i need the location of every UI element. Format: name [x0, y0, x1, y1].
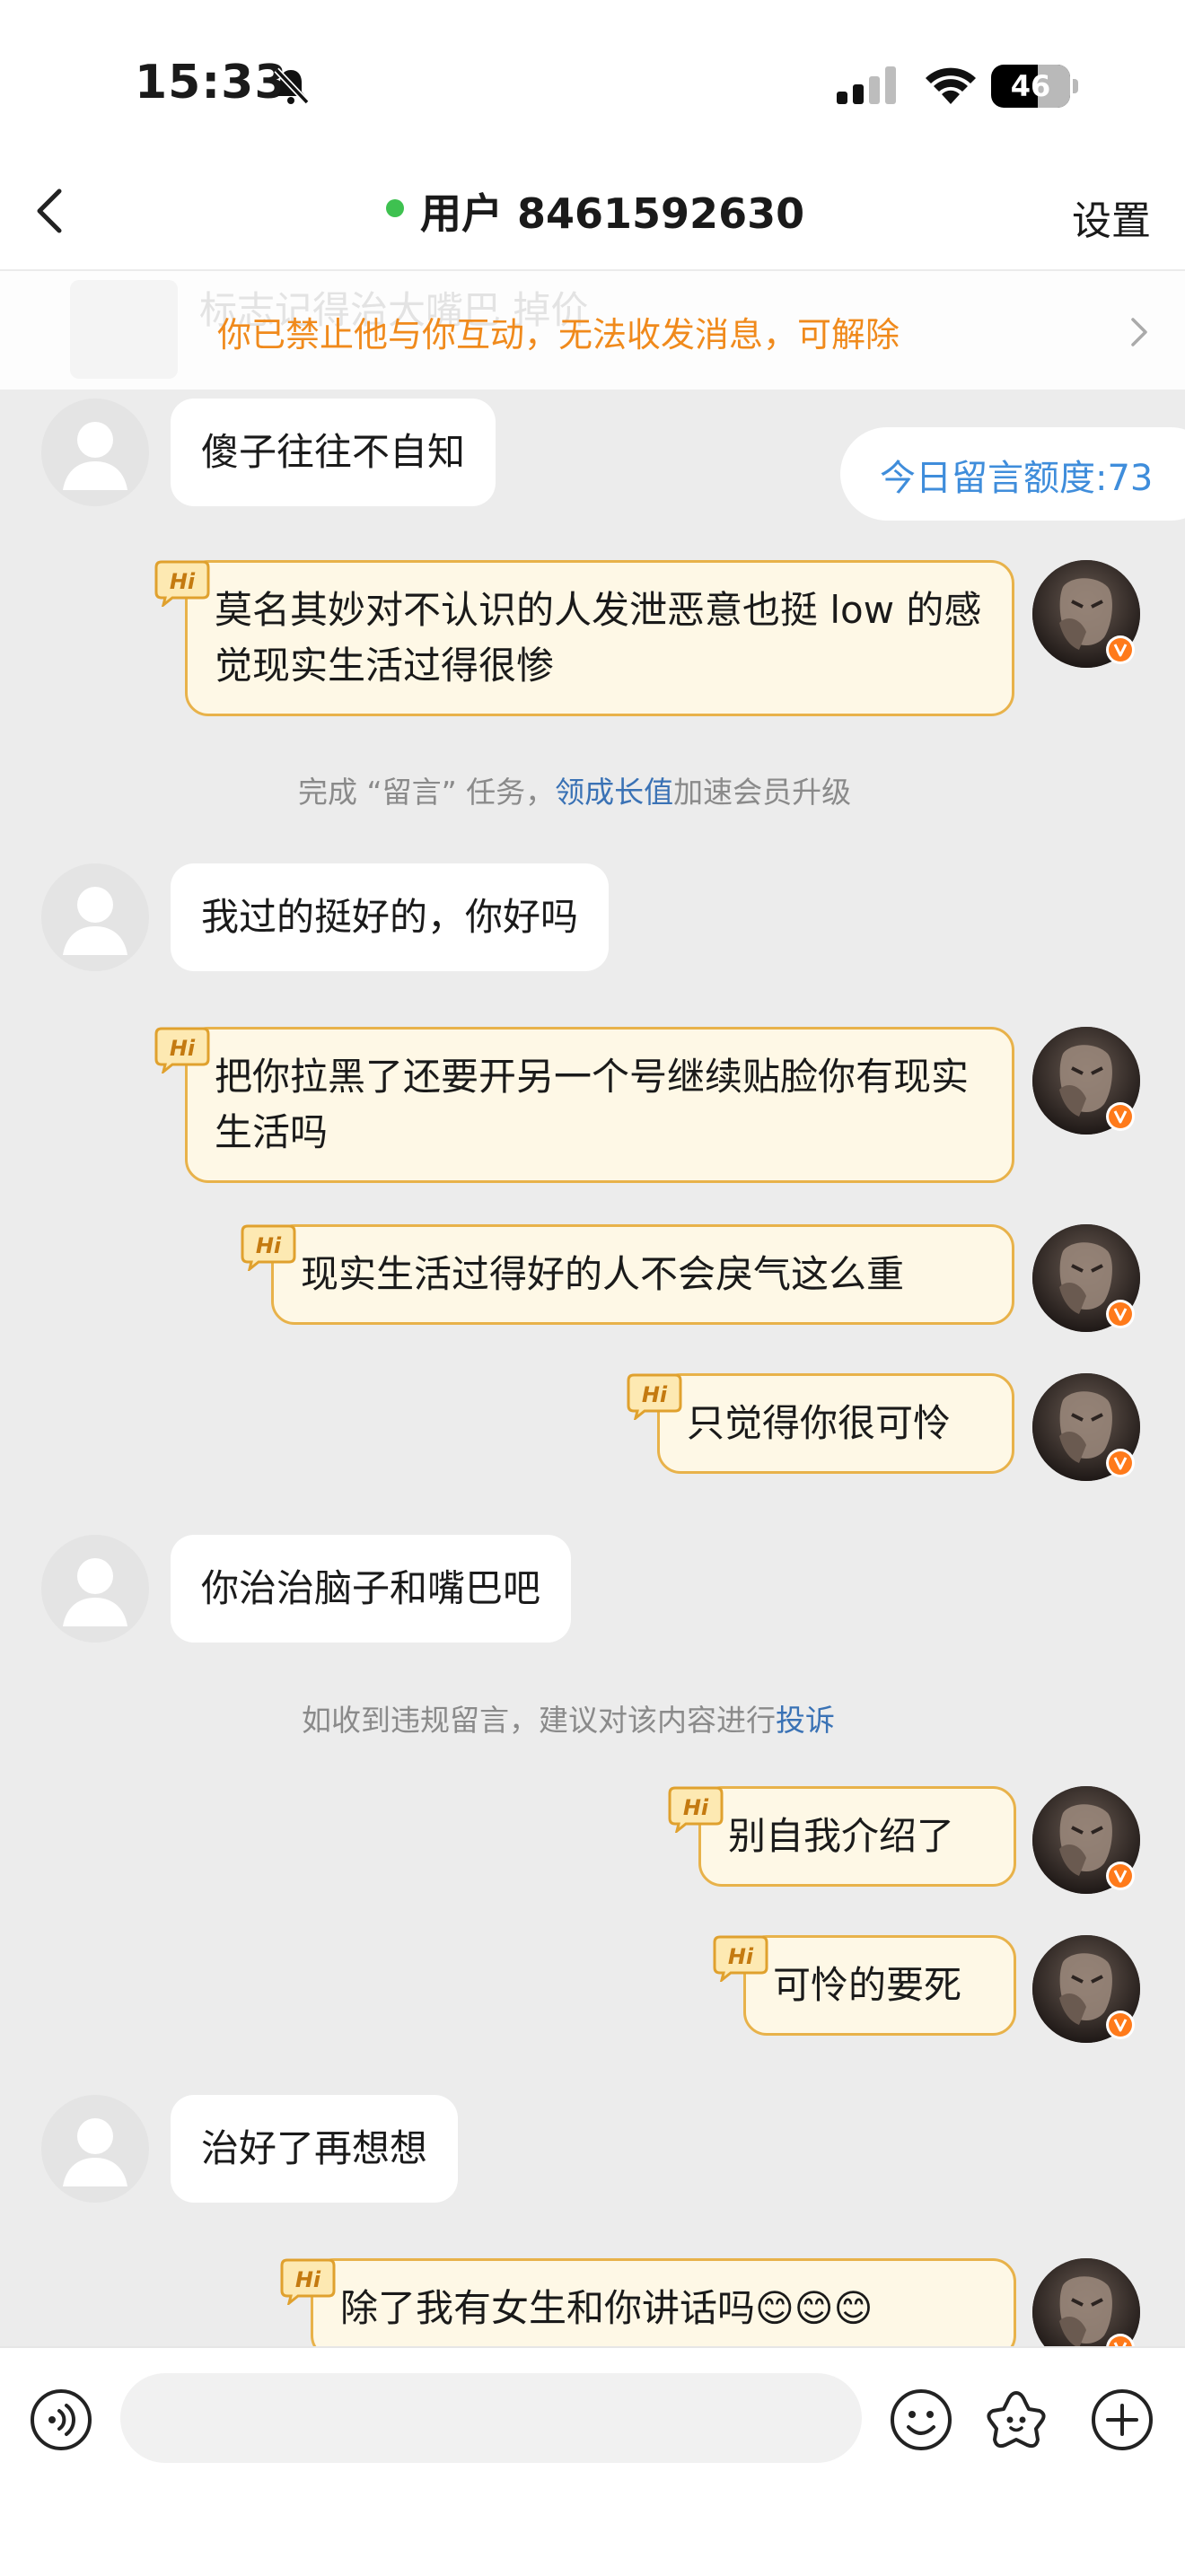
chevron-right-icon: [1131, 318, 1147, 346]
system-tip: 如收到违规留言，建议对该内容进行投诉: [302, 1696, 835, 1739]
plus-icon[interactable]: [1090, 2388, 1154, 2452]
avatar[interactable]: [41, 1535, 149, 1643]
hi-badge-icon: [280, 2258, 336, 2305]
avatar[interactable]: [1032, 560, 1140, 668]
hi-badge-icon: [668, 1786, 724, 1833]
message-bubble-outgoing[interactable]: 除了我有女生和你讲话吗😊😊😊: [311, 2258, 1016, 2359]
emoji-icon[interactable]: [889, 2388, 953, 2452]
message-bubble-incoming[interactable]: 傻子往往不自知: [171, 399, 496, 506]
battery-icon: 46: [991, 65, 1079, 108]
message-input-bar: [0, 2346, 1185, 2576]
wifi-icon: [926, 67, 976, 104]
message-bubble-outgoing[interactable]: 把你拉黑了还要开另一个号继续贴脸你有现实生活吗: [185, 1027, 1014, 1183]
online-status-dot: [386, 199, 404, 217]
settings-button[interactable]: 设置: [1072, 188, 1151, 246]
avatar[interactable]: [41, 863, 149, 971]
message-bubble-incoming[interactable]: 你治治脑子和嘴巴吧: [171, 1535, 572, 1643]
avatar[interactable]: [41, 2095, 149, 2203]
page-title: 用户 8461592630: [420, 189, 805, 238]
quota-text: 今日留言额度:73: [880, 458, 1154, 499]
earn-growth-link[interactable]: 领成长值: [555, 775, 673, 810]
hi-badge-icon: [154, 560, 210, 607]
avatar[interactable]: [1032, 1935, 1140, 2043]
hi-badge-icon: [154, 1027, 210, 1073]
voice-icon[interactable]: [29, 2388, 93, 2452]
message-input[interactable]: [120, 2373, 862, 2463]
message-bubble-outgoing[interactable]: 别自我介绍了: [698, 1786, 1016, 1887]
chat-title: 用户 8461592630: [377, 178, 808, 241]
avatar[interactable]: [41, 399, 149, 506]
daily-message-quota: 今日留言额度:73: [840, 427, 1185, 521]
block-notice-banner[interactable]: 标志记得治大嘴巴 掉价 你已禁止他与你互动，无法收发消息，可解除: [0, 269, 1185, 390]
message-bubble-incoming[interactable]: 治好了再想想: [171, 2095, 459, 2203]
banner-ghost-thumbnail: [70, 280, 178, 379]
hi-badge-icon: [713, 1935, 768, 1982]
hi-badge-icon: [241, 1224, 296, 1271]
system-tip-text: 完成 “留言” 任务，: [298, 775, 556, 810]
system-tip: 完成 “留言” 任务，领成长值加速会员升级: [298, 768, 851, 811]
avatar[interactable]: [1032, 1373, 1140, 1481]
system-tip-text: 如收到违规留言，建议对该内容进行: [302, 1703, 776, 1738]
report-link[interactable]: 投诉: [776, 1703, 835, 1738]
chevron-left-icon[interactable]: [25, 184, 79, 238]
bell-slash-icon: [274, 67, 310, 105]
system-tip-text: 加速会员升级: [673, 775, 852, 810]
message-bubble-outgoing[interactable]: 现实生活过得好的人不会戾气这么重: [271, 1224, 1014, 1325]
avatar[interactable]: [1032, 1224, 1140, 1332]
avatar[interactable]: [1032, 1786, 1140, 1894]
avatar[interactable]: [1032, 1027, 1140, 1135]
battery-level: 46: [1010, 69, 1051, 103]
message-bubble-outgoing[interactable]: 可怜的要死: [743, 1935, 1016, 2036]
message-bubble-outgoing[interactable]: 莫名其妙对不认识的人发泄恶意也挺 low 的感觉现实生活过得很惨: [185, 560, 1014, 716]
message-bubble-outgoing[interactable]: 只觉得你很可怜: [657, 1373, 1014, 1474]
message-bubble-incoming[interactable]: 我过的挺好的，你好吗: [171, 863, 610, 971]
cellular-signal-icon: [837, 66, 896, 104]
hi-badge-icon: [627, 1373, 682, 1420]
banner-text: 你已禁止他与你互动，无法收发消息，可解除: [217, 315, 900, 355]
sticker-icon[interactable]: [984, 2388, 1049, 2452]
status-time: 15:33: [135, 56, 288, 110]
